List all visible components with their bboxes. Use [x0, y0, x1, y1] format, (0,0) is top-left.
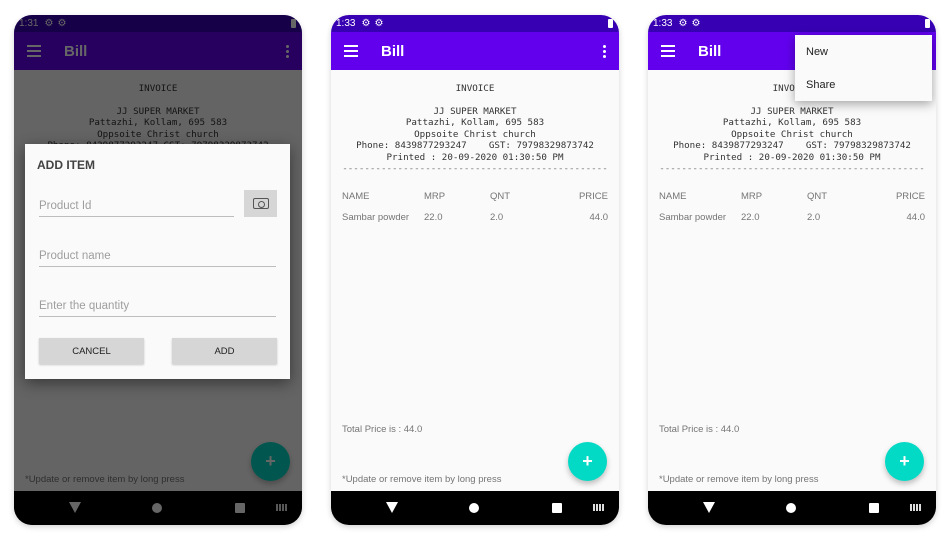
item-name: Sambar powder — [659, 212, 727, 223]
long-press-hint: *Update or remove item by long press — [659, 474, 819, 485]
header-name: NAME — [659, 191, 687, 202]
item-qnt: 2.0 — [490, 212, 504, 223]
invoice-title: INVOICE — [455, 83, 495, 94]
shop-name: JJ SUPER MARKET — [750, 105, 834, 117]
header-mrp: MRP — [424, 191, 446, 202]
header-qnt: QNT — [807, 191, 828, 202]
camera-icon — [252, 198, 269, 209]
status-time: 1:33 — [653, 18, 673, 29]
phone-screen-add-item: 1:31 ⚙ ⚙ Bill INVOICE JJ SUPER MARKET Pa… — [14, 15, 302, 525]
separator: ----------------------------------------… — [342, 163, 608, 174]
items-table: NAME MRP QNT PRICE Sambar powder 22.0 2.… — [342, 191, 608, 233]
shop-address-line-2: Oppsoite Christ church — [731, 128, 853, 140]
printed-date: Printed : 20-09-2020 01:30:50 PM — [386, 151, 564, 163]
phone-screen-bill: 1:33 ⚙ ⚙ Bill INVOICE JJ SUPER MARKET Pa… — [331, 15, 619, 525]
home-icon[interactable] — [786, 503, 796, 513]
cancel-button[interactable]: CANCEL — [39, 338, 144, 364]
item-mrp: 22.0 — [741, 212, 760, 223]
recent-apps-icon[interactable] — [869, 503, 879, 513]
back-icon[interactable] — [703, 502, 715, 513]
hamburger-menu-icon[interactable] — [661, 45, 675, 57]
add-item-dialog: ADD ITEM Product Id Product name Enter t… — [25, 144, 290, 379]
status-time: 1:33 — [336, 18, 356, 29]
quantity-input[interactable]: Enter the quantity — [39, 295, 276, 317]
header-mrp: MRP — [741, 191, 763, 202]
header-price: PRICE — [578, 191, 608, 202]
item-price: 44.0 — [589, 212, 609, 223]
shop-address-line-2: Oppsoite Christ church — [414, 128, 536, 140]
table-header: NAME MRP QNT PRICE — [342, 191, 608, 212]
shop-address-line-1: Pattazhi, Kollam, 695 583 — [405, 117, 545, 128]
total-price: Total Price is : 44.0 — [342, 424, 423, 435]
total-price: Total Price is : 44.0 — [659, 424, 740, 435]
item-price: 44.0 — [906, 212, 926, 223]
add-item-fab[interactable]: + — [568, 442, 607, 481]
bill-content: INVOICE JJ SUPER MARKET Pattazhi, Kollam… — [648, 70, 936, 491]
dialog-title: ADD ITEM — [37, 158, 95, 172]
battery-icon — [925, 19, 930, 28]
status-bar: 1:33 ⚙ ⚙ — [648, 15, 936, 32]
long-press-hint: *Update or remove item by long press — [342, 474, 502, 485]
menu-item-share[interactable]: Share — [806, 79, 835, 91]
navigation-bar — [331, 491, 619, 525]
more-options-icon[interactable] — [603, 45, 606, 58]
product-name-input[interactable]: Product name — [39, 245, 276, 267]
hamburger-menu-icon[interactable] — [344, 45, 358, 57]
product-id-input[interactable]: Product Id — [39, 195, 234, 217]
table-header: NAME MRP QNT PRICE — [659, 191, 925, 212]
item-name: Sambar powder — [342, 212, 410, 223]
separator: ----------------------------------------… — [659, 163, 925, 174]
status-bar: 1:33 ⚙ ⚙ — [331, 15, 619, 32]
overflow-menu: New Share — [795, 35, 932, 101]
phone-gst: Phone: 8439877293247 GST: 79798329873742 — [673, 140, 911, 151]
settings-icon: ⚙ — [678, 18, 688, 29]
add-item-fab[interactable]: + — [885, 442, 924, 481]
shop-name: JJ SUPER MARKET — [433, 105, 517, 117]
settings-icon: ⚙ — [691, 18, 701, 29]
item-qnt: 2.0 — [807, 212, 821, 223]
item-mrp: 22.0 — [424, 212, 443, 223]
keyboard-icon[interactable] — [593, 504, 604, 511]
header-price: PRICE — [895, 191, 925, 202]
app-bar: Bill — [331, 32, 619, 70]
recent-apps-icon[interactable] — [552, 503, 562, 513]
phone-gst: Phone: 8439877293247 GST: 79798329873742 — [356, 140, 594, 151]
header-name: NAME — [342, 191, 370, 202]
dialog-scrim[interactable]: ADD ITEM Product Id Product name Enter t… — [14, 15, 302, 525]
items-table: NAME MRP QNT PRICE Sambar powder 22.0 2.… — [659, 191, 925, 233]
phone-screen-menu: 1:33 ⚙ ⚙ Bill INVOICE JJ SUPER MARKET Pa… — [648, 15, 936, 525]
app-title: Bill — [698, 42, 722, 60]
add-button[interactable]: ADD — [172, 338, 277, 364]
header-qnt: QNT — [490, 191, 511, 202]
keyboard-icon[interactable] — [910, 504, 921, 511]
settings-icon: ⚙ — [361, 18, 371, 29]
invoice-header: INVOICE JJ SUPER MARKET Pattazhi, Kollam… — [331, 83, 619, 175]
menu-item-new[interactable]: New — [806, 46, 828, 58]
table-row[interactable]: Sambar powder 22.0 2.0 44.0 — [659, 212, 925, 233]
bill-content: INVOICE JJ SUPER MARKET Pattazhi, Kollam… — [331, 70, 619, 491]
home-icon[interactable] — [469, 503, 479, 513]
printed-date: Printed : 20-09-2020 01:30:50 PM — [703, 151, 881, 163]
back-icon[interactable] — [386, 502, 398, 513]
battery-icon — [608, 19, 613, 28]
settings-icon: ⚙ — [374, 18, 384, 29]
app-title: Bill — [381, 42, 405, 60]
table-row[interactable]: Sambar powder 22.0 2.0 44.0 — [342, 212, 608, 233]
scan-barcode-button[interactable] — [244, 190, 277, 217]
navigation-bar — [648, 491, 936, 525]
shop-address-line-1: Pattazhi, Kollam, 695 583 — [722, 117, 862, 128]
